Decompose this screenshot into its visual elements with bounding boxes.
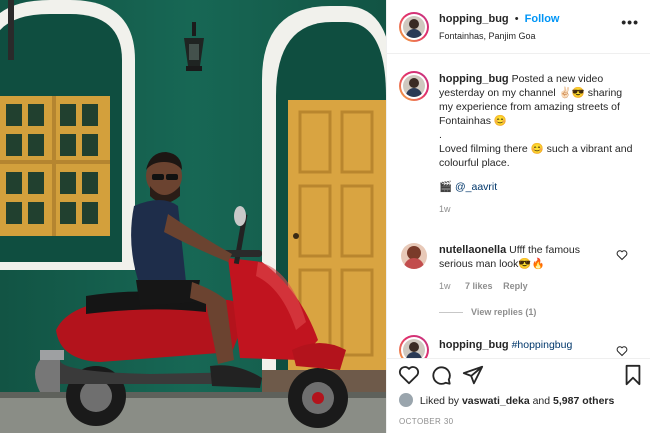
likes-summary: Liked by vaswati_deka and 5,987 others [399, 393, 614, 407]
clapper-icon: 🎬 [439, 181, 453, 193]
heart-icon[interactable] [398, 364, 420, 386]
liked-by-others[interactable]: 5,987 others [553, 395, 614, 407]
post-header: hopping_bug • Follow Fontainhas, Panjim … [387, 0, 650, 54]
instagram-post: hopping_bug • Follow Fontainhas, Panjim … [0, 0, 650, 433]
post-date[interactable]: OCTOBER 30 [399, 417, 454, 426]
post-actions: Liked by vaswati_deka and 5,987 others O… [387, 358, 650, 433]
follow-button[interactable]: Follow [525, 13, 560, 25]
comment-username[interactable]: hopping_bug [439, 339, 509, 351]
reply-avatar[interactable] [399, 335, 429, 358]
bookmark-icon[interactable] [622, 364, 644, 386]
liked-by-prefix: Liked by [419, 395, 460, 407]
author-line: hopping_bug • Follow [439, 13, 559, 25]
comment-like-icon[interactable] [616, 249, 628, 261]
comment-likes[interactable]: 7 likes [465, 281, 493, 291]
comments-section: hopping_bug Posted a new video yesterday… [387, 55, 650, 358]
caption: hopping_bug Posted a new video yesterday… [439, 72, 637, 216]
comment-meta: 1w 7 likes Reply [439, 281, 528, 291]
more-options-icon[interactable]: ••• [621, 14, 639, 30]
caption-username[interactable]: hopping_bug [439, 73, 509, 85]
comment-item: hopping_bug #hoppingbug [439, 339, 572, 351]
author-username[interactable]: hopping_bug [439, 13, 509, 25]
credit-mention[interactable]: @_aavrit [455, 181, 497, 193]
liked-by-user[interactable]: vaswati_deka [462, 395, 530, 407]
liker-avatar[interactable] [399, 393, 413, 407]
post-sidebar: hopping_bug • Follow Fontainhas, Panjim … [386, 0, 650, 433]
liked-by-and: and [532, 395, 551, 407]
comment-time[interactable]: 1w [439, 281, 451, 291]
comment-icon[interactable] [430, 364, 452, 386]
view-replies-line [439, 312, 463, 313]
comment-hashtag[interactable]: #hoppingbug [512, 339, 573, 351]
commenter-avatar[interactable] [401, 243, 427, 269]
caption-text-2: Loved filming there 😊 such a vibrant and… [439, 143, 633, 169]
location-link[interactable]: Fontainhas, Panjim Goa [439, 31, 536, 41]
post-photo[interactable] [0, 0, 386, 433]
header-separator: • [514, 13, 519, 25]
view-replies-button[interactable]: View replies (1) [471, 307, 536, 317]
caption-divider: . [439, 129, 442, 141]
caption-credit: 🎬 @_aavrit [439, 180, 637, 194]
caption-avatar[interactable] [399, 71, 429, 101]
comment-like-icon[interactable] [616, 345, 628, 357]
comment-item: nutellaonella Ufff the famous serious ma… [439, 243, 611, 271]
reply-button[interactable]: Reply [503, 281, 528, 291]
share-icon[interactable] [462, 364, 484, 386]
comment-username[interactable]: nutellaonella [439, 244, 506, 256]
post-image [0, 0, 386, 433]
caption-time[interactable]: 1w [439, 202, 637, 216]
author-avatar[interactable] [399, 12, 429, 42]
